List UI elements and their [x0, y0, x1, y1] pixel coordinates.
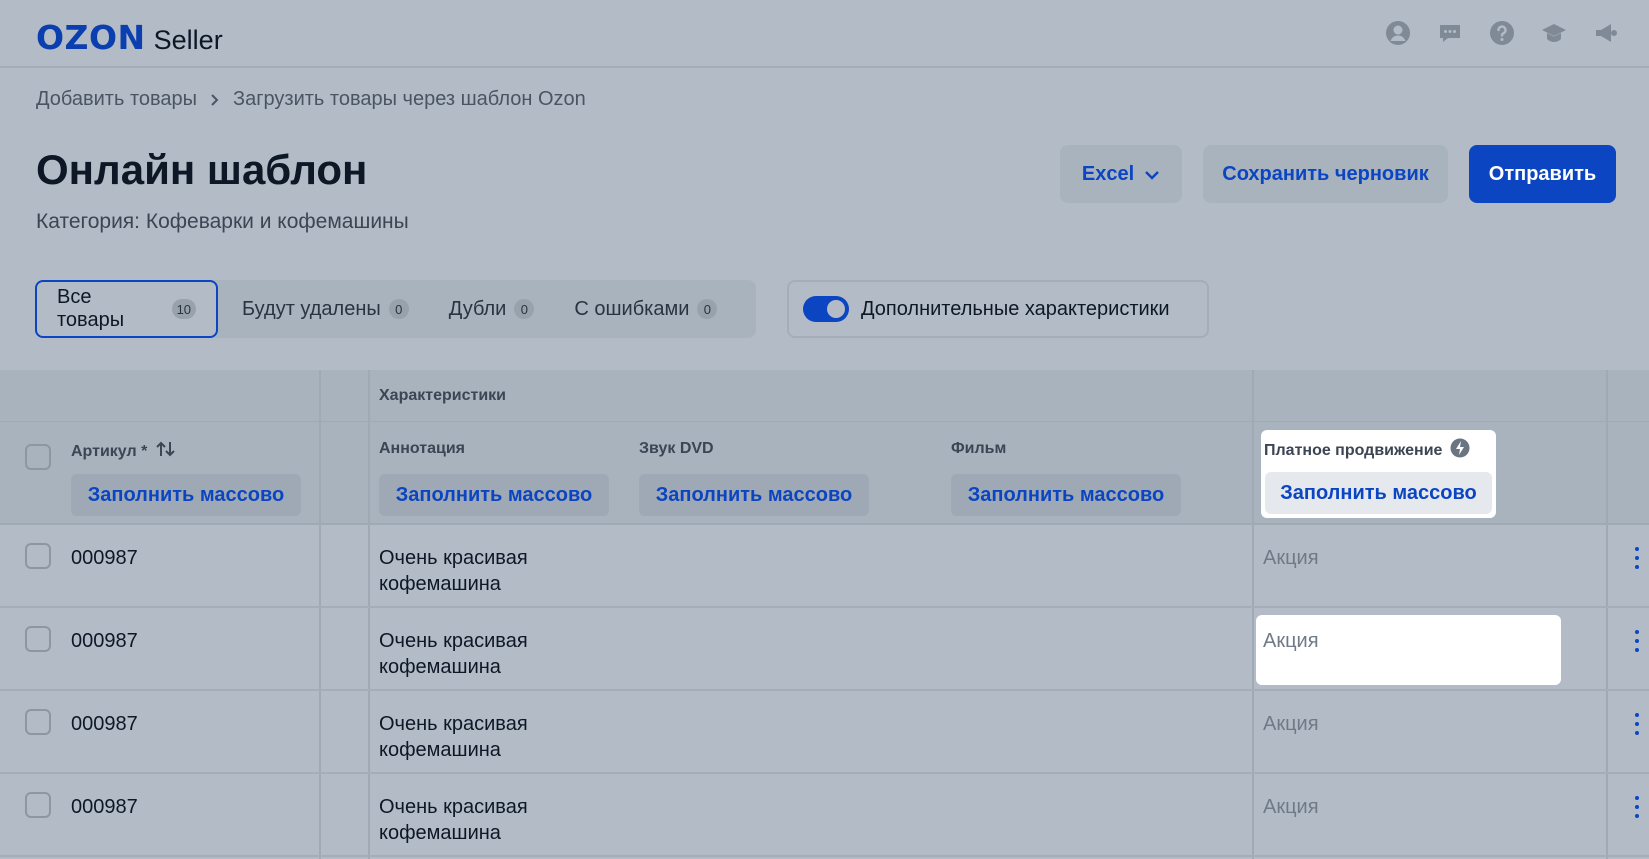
lightning-icon	[1450, 438, 1470, 463]
cell-promotion[interactable]: Акция	[1263, 547, 1319, 570]
additional-characteristics-toggle[interactable]	[803, 296, 849, 322]
fill-bulk-article-button[interactable]: Заполнить массово	[71, 474, 301, 516]
logo-brand: OZON	[36, 18, 146, 57]
more-actions-icon[interactable]	[1634, 713, 1640, 735]
toggle-label: Дополнительные характеристики	[861, 297, 1170, 320]
column-header-film: Фильм	[951, 440, 1007, 457]
row-checkbox[interactable]	[25, 792, 51, 818]
column-promotion-label: Платное продвижение	[1264, 441, 1443, 459]
tab-label: Дубли	[448, 297, 507, 320]
filter-tabs: Все товары 10 Будут удалены 0 Дубли 0 С …	[35, 280, 756, 338]
chevron-right-icon	[209, 93, 221, 107]
fill-bulk-promotion-button[interactable]: Заполнить массово	[1265, 472, 1492, 514]
cell-article[interactable]: 000987	[71, 630, 138, 653]
tab-count-badge: 10	[171, 299, 196, 319]
fill-bulk-dvd-sound-button[interactable]: Заполнить массово	[639, 474, 869, 516]
cell-article[interactable]: 000987	[71, 713, 138, 736]
cell-annotation[interactable]: Очень красивая кофемашина	[379, 628, 579, 680]
more-actions-icon[interactable]	[1634, 630, 1640, 652]
tab-label: С ошибками	[574, 297, 690, 320]
table-row: 000987 Очень красивая кофемашина Акция	[0, 525, 1649, 608]
cell-annotation[interactable]: Очень красивая кофемашина	[379, 711, 579, 763]
user-icon[interactable]	[1385, 20, 1411, 46]
breadcrumb-item-add-products[interactable]: Добавить товары	[36, 88, 197, 111]
table-row: 000987 Очень красивая кофемашина Акция	[0, 774, 1649, 857]
cell-article[interactable]: 000987	[71, 547, 138, 570]
column-header-promotion: Платное продвижение	[1264, 438, 1470, 463]
fill-bulk-annotation-button[interactable]: Заполнить массово	[379, 474, 609, 516]
additional-characteristics-toggle-box: Дополнительные характеристики	[787, 280, 1209, 338]
sort-icon[interactable]	[155, 440, 177, 463]
breadcrumb-item-upload-template[interactable]: Загрузить товары через шаблон Ozon	[233, 88, 586, 111]
promotion-column-header-highlighted: Платное продвижение Заполнить массово	[1261, 430, 1496, 518]
row-checkbox[interactable]	[25, 543, 51, 569]
cell-promotion[interactable]: Акция	[1263, 796, 1319, 819]
row-checkbox[interactable]	[25, 626, 51, 652]
breadcrumb: Добавить товары Загрузить товары через ш…	[36, 88, 586, 111]
education-icon[interactable]	[1541, 20, 1567, 46]
cell-article[interactable]: 000987	[71, 796, 138, 819]
excel-dropdown-button[interactable]: Excel	[1060, 145, 1182, 203]
cell-promotion[interactable]: Акция	[1263, 713, 1319, 736]
chevron-down-icon	[1144, 163, 1160, 186]
page-subtitle: Категория: Кофеварки и кофемашины	[36, 210, 409, 233]
tab-duplicates[interactable]: Дубли 0	[429, 280, 555, 338]
save-draft-button[interactable]: Сохранить черновик	[1203, 145, 1448, 203]
column-header-dvd-sound: Звук DVD	[639, 440, 714, 457]
promotion-input-highlighted[interactable]: Акция	[1256, 615, 1561, 685]
column-header-annotation: Аннотация	[379, 440, 465, 457]
logo-product: Seller	[153, 25, 223, 55]
help-icon[interactable]	[1489, 20, 1515, 46]
tab-to-be-deleted[interactable]: Будут удалены 0	[218, 280, 429, 338]
table-group-header: Характеристики	[0, 370, 1649, 422]
excel-label: Excel	[1081, 162, 1135, 185]
group-label-characteristics: Характеристики	[379, 387, 507, 404]
header-icons	[1385, 20, 1619, 46]
tab-with-errors[interactable]: С ошибками 0	[554, 280, 737, 338]
select-all-checkbox[interactable]	[25, 444, 51, 470]
cell-promotion: Акция	[1263, 630, 1319, 652]
tab-all-products[interactable]: Все товары 10	[35, 280, 218, 338]
top-header: OZON Seller	[0, 0, 1649, 68]
table-row: 000987 Очень красивая кофемашина Акция	[0, 608, 1649, 691]
more-actions-icon[interactable]	[1634, 796, 1640, 818]
tab-label: Все товары	[57, 286, 125, 331]
table-row: 000987 Очень красивая кофемашина Акция	[0, 691, 1649, 774]
page-title: Онлайн шаблон	[36, 146, 368, 193]
logo[interactable]: OZON Seller	[36, 18, 223, 57]
tab-label: Будут удалены	[242, 297, 381, 320]
announcement-icon[interactable]	[1593, 20, 1619, 46]
tab-count-badge: 0	[388, 299, 409, 319]
send-button[interactable]: Отправить	[1469, 145, 1616, 203]
tab-count-badge: 0	[514, 299, 535, 319]
fill-bulk-film-button[interactable]: Заполнить массово	[951, 474, 1181, 516]
row-checkbox[interactable]	[25, 709, 51, 735]
column-article-label: Артикул *	[71, 442, 148, 460]
chat-icon[interactable]	[1437, 20, 1463, 46]
more-actions-icon[interactable]	[1634, 547, 1640, 569]
tab-count-badge: 0	[697, 299, 718, 319]
column-header-article[interactable]: Артикул *	[71, 440, 177, 463]
cell-annotation[interactable]: Очень красивая кофемашина	[379, 545, 579, 597]
cell-annotation[interactable]: Очень красивая кофемашина	[379, 794, 579, 846]
